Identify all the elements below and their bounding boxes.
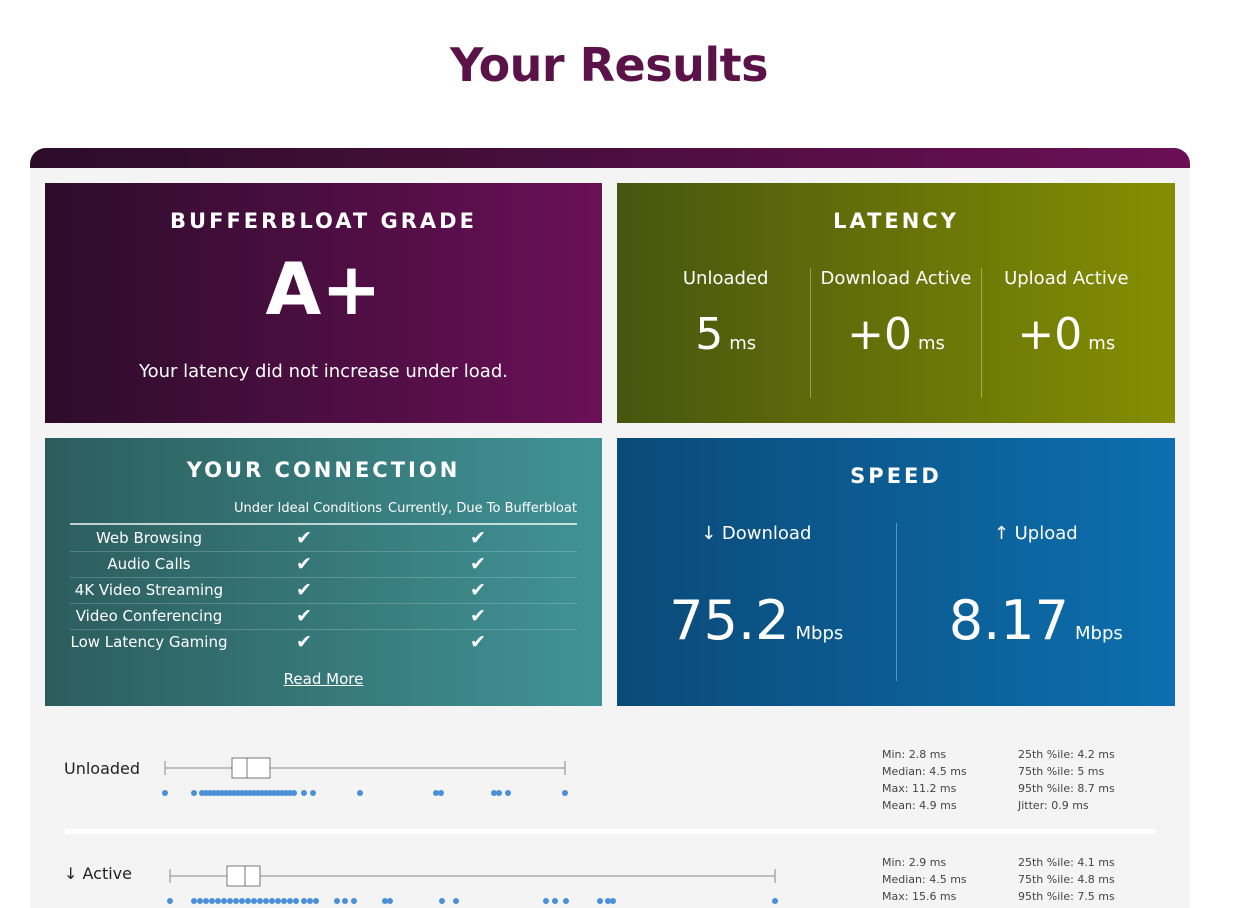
- results-top-bar: [30, 148, 1190, 168]
- latency-upload-active: Upload Active +0 ms: [980, 268, 1151, 398]
- results-container: BUFFERBLOAT GRADE A+ Your latency did no…: [30, 148, 1190, 908]
- boxplot-chart: [167, 865, 778, 904]
- stat-median: Median: 4.5 ms: [882, 873, 967, 886]
- latency-value: 5: [695, 309, 724, 360]
- check-icon: ✔: [296, 527, 312, 549]
- latency-unit: ms: [917, 333, 945, 354]
- grade-description: Your latency did not increase under load…: [139, 361, 508, 382]
- stat-min: Min: 2.9 ms: [882, 856, 947, 869]
- download-unit: Mbps: [795, 623, 844, 644]
- row-name: Low Latency Gaming: [70, 633, 228, 651]
- stats-left: Min: 2.8 ms Median: 4.5 ms Max: 11.2 ms …: [882, 746, 967, 814]
- latency-title: LATENCY: [833, 209, 959, 233]
- download-speed: ↓ Download 75.2 Mbps: [617, 523, 896, 681]
- stat-p95: 95th %ile: 8.7 ms: [1018, 782, 1115, 795]
- section-separator: [65, 829, 1155, 834]
- header-current: Currently, Due To Bufferbloat: [388, 501, 577, 516]
- check-icon: ✔: [470, 605, 486, 627]
- stat-min: Min: 2.8 ms: [882, 748, 947, 761]
- latency-unloaded: Unloaded 5 ms: [641, 268, 810, 398]
- header-ideal: Under Ideal Conditions: [234, 501, 383, 516]
- box-iqr: [226, 865, 261, 887]
- connection-row: Low Latency Gaming ✔ ✔: [70, 630, 577, 655]
- stat-p25: 25th %ile: 4.1 ms: [1018, 856, 1115, 869]
- sample-dots: [162, 790, 568, 796]
- latency-label: Download Active: [820, 268, 972, 289]
- page-title: Your Results: [449, 38, 769, 92]
- your-connection-panel: YOUR CONNECTION Under Ideal Conditions C…: [45, 438, 602, 706]
- latency-label: Unloaded: [682, 268, 769, 289]
- stat-median: Median: 4.5 ms: [882, 765, 967, 778]
- grade-value: A+: [265, 247, 382, 331]
- check-icon: ✔: [470, 553, 486, 575]
- row-name: Web Browsing: [95, 529, 203, 547]
- latency-download-active: Download Active +0 ms: [810, 268, 980, 398]
- bufferbloat-grade-panel: BUFFERBLOAT GRADE A+ Your latency did no…: [45, 183, 602, 423]
- row-name: Video Conferencing: [75, 607, 223, 625]
- connection-row: Video Conferencing ✔ ✔: [70, 604, 577, 630]
- connection-title: YOUR CONNECTION: [186, 458, 461, 482]
- row-name: 4K Video Streaming: [74, 581, 224, 599]
- read-more-link[interactable]: Read More: [45, 670, 602, 688]
- upload-value: 8.17: [948, 589, 1069, 652]
- stat-p75: 75th %ile: 4.8 ms: [1018, 873, 1115, 886]
- stats-right: 25th %ile: 4.2 ms 75th %ile: 5 ms 95th %…: [1018, 746, 1115, 814]
- connection-row: Audio Calls ✔ ✔: [70, 552, 577, 578]
- latency-label: Upload Active: [1004, 268, 1129, 289]
- download-label: ↓ Download: [701, 523, 812, 544]
- stat-p95: 95th %ile: 7.5 ms: [1018, 890, 1115, 903]
- stat-max: Max: 11.2 ms: [882, 782, 957, 795]
- connection-divider: [70, 523, 577, 525]
- upload-speed: ↑ Upload 8.17 Mbps: [895, 523, 1176, 681]
- stat-mean: Mean: 4.9 ms: [882, 799, 957, 812]
- upload-label: ↑ Upload: [993, 523, 1078, 544]
- check-icon: ✔: [296, 631, 312, 653]
- latency-unit: ms: [729, 333, 757, 354]
- stat-jitter: Jitter: 0.9 ms: [1018, 799, 1089, 812]
- upload-unit: Mbps: [1074, 623, 1123, 644]
- row-name: Audio Calls: [107, 555, 191, 573]
- check-icon: ✔: [296, 579, 312, 601]
- speed-title: SPEED: [850, 464, 942, 488]
- stat-max: Max: 15.6 ms: [882, 890, 957, 903]
- latency-value: +0: [1017, 309, 1083, 360]
- connection-row: Web Browsing ✔ ✔: [70, 526, 577, 552]
- download-active-latency-boxplot: ↓ Active Min: 2.9 ms Median: 4.5 ms Max:…: [30, 848, 1190, 908]
- stats-left: Min: 2.9 ms Median: 4.5 ms Max: 15.6 ms: [882, 854, 967, 905]
- speed-panel: SPEED ↓ Download 75.2 Mbps ↑ Upload 8.17 M…: [617, 438, 1175, 706]
- latency-value: +0: [847, 309, 912, 360]
- check-icon: ✔: [470, 631, 486, 653]
- download-value: 75.2: [669, 589, 790, 652]
- latency-panel: LATENCY Unloaded 5 ms Download Active +0 m…: [617, 183, 1175, 423]
- stat-p75: 75th %ile: 5 ms: [1018, 765, 1105, 778]
- check-icon: ✔: [470, 527, 486, 549]
- boxplot-chart: [162, 757, 568, 796]
- stat-p25: 25th %ile: 4.2 ms: [1018, 748, 1115, 761]
- unloaded-latency-boxplot: Unloaded Min: 2.8 ms Median: 4.5 ms Max:…: [30, 718, 1190, 818]
- grade-title: BUFFERBLOAT GRADE: [170, 209, 477, 233]
- check-icon: ✔: [296, 553, 312, 575]
- latency-unit: ms: [1088, 333, 1116, 354]
- check-icon: ✔: [470, 579, 486, 601]
- box-iqr: [231, 757, 271, 779]
- check-icon: ✔: [296, 605, 312, 627]
- connection-row: 4K Video Streaming ✔ ✔: [70, 578, 577, 604]
- stats-right: 25th %ile: 4.1 ms 75th %ile: 4.8 ms 95th…: [1018, 854, 1115, 905]
- sample-dots: [167, 898, 778, 904]
